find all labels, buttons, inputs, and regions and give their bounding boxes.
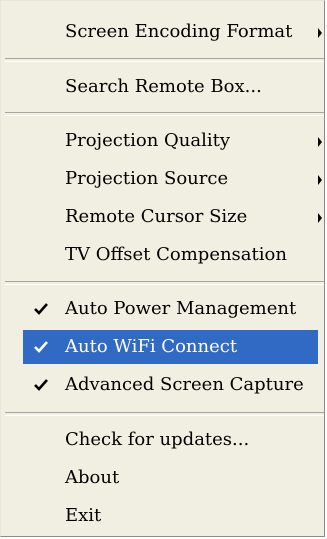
menu-item-label: Auto Power Management	[65, 298, 297, 319]
menu-item-label: Search Remote Box...	[65, 76, 262, 97]
menu-item-search-remote-box[interactable]: Search Remote Box...	[23, 70, 324, 104]
menu-item-auto-wifi-connect[interactable]: Auto WiFi Connect	[23, 330, 318, 364]
menu-item-label: Screen Encoding Format	[65, 21, 293, 42]
context-menu: Screen Encoding Format Search Remote Box…	[0, 0, 325, 537]
menu-separator	[5, 281, 324, 285]
menu-item-auto-power-management[interactable]: Auto Power Management	[23, 292, 324, 326]
menu-separator	[5, 412, 324, 416]
menu-item-screen-encoding-format[interactable]: Screen Encoding Format	[23, 15, 324, 49]
menu-item-label: Auto WiFi Connect	[65, 336, 238, 357]
submenu-arrow-icon	[318, 175, 322, 185]
menu-item-projection-quality[interactable]: Projection Quality	[23, 124, 324, 158]
menu-item-exit[interactable]: Exit	[23, 499, 324, 533]
menu-item-label: Projection Quality	[65, 130, 231, 151]
menu-item-label: TV Offset Compensation	[65, 244, 287, 265]
menu-item-label: About	[65, 467, 120, 488]
menu-item-label: Check for updates...	[65, 429, 250, 450]
menu-item-label: Remote Cursor Size	[65, 206, 248, 227]
checkmark-icon	[31, 368, 51, 402]
submenu-arrow-icon	[318, 137, 322, 147]
menu-item-about[interactable]: About	[23, 461, 324, 495]
menu-separator	[5, 112, 324, 116]
menu-item-remote-cursor-size[interactable]: Remote Cursor Size	[23, 200, 324, 234]
checkmark-icon	[31, 330, 51, 364]
menu-separator	[5, 58, 324, 62]
menu-item-check-for-updates[interactable]: Check for updates...	[23, 423, 324, 457]
menu-item-label: Advanced Screen Capture	[65, 374, 304, 395]
checkmark-icon	[31, 292, 51, 326]
submenu-arrow-icon	[318, 213, 322, 223]
menu-item-label: Projection Source	[65, 168, 229, 189]
menu-item-projection-source[interactable]: Projection Source	[23, 162, 324, 196]
menu-item-advanced-screen-capture[interactable]: Advanced Screen Capture	[23, 368, 324, 402]
menu-item-tv-offset-compensation[interactable]: TV Offset Compensation	[23, 238, 324, 272]
menu-item-label: Exit	[65, 505, 102, 526]
submenu-arrow-icon	[318, 28, 322, 38]
